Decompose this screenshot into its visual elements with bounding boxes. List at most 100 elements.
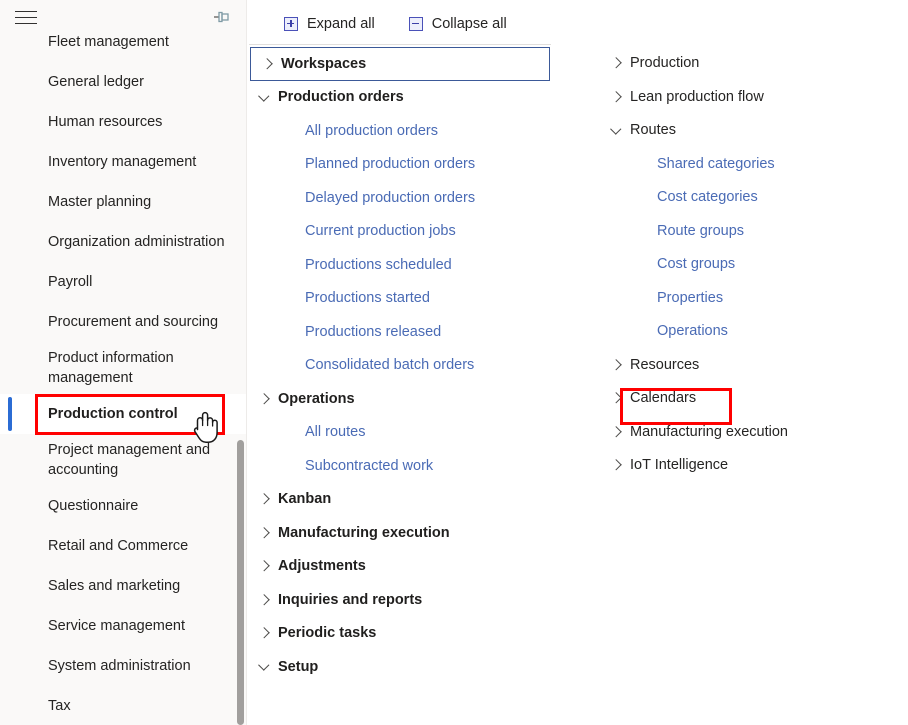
tree-link-planned-production-orders[interactable]: Planned production orders <box>248 148 598 182</box>
chevron-down-icon[interactable] <box>610 125 622 137</box>
sidebar-item-human-resources[interactable]: Human resources <box>0 102 246 142</box>
chevron-right-icon[interactable] <box>258 393 270 405</box>
chevron-right-icon[interactable] <box>610 393 622 405</box>
sidebar-item-master-planning[interactable]: Master planning <box>0 182 246 222</box>
tree-link-operations[interactable]: Operations <box>600 315 908 349</box>
sidebar-item-retail-and-commerce[interactable]: Retail and Commerce <box>0 526 246 566</box>
sidebar-scrollbar[interactable] <box>236 0 245 725</box>
tree-group-periodic-tasks[interactable]: Periodic tasks <box>248 617 598 651</box>
hamburger-menu-icon[interactable] <box>13 9 39 27</box>
tree-group-lean-production-flow[interactable]: Lean production flow <box>600 81 908 115</box>
tree-link-label: Delayed production orders <box>305 189 476 206</box>
chevron-right-icon[interactable] <box>610 58 622 70</box>
sidebar-item-label: Organization administration <box>48 234 225 250</box>
tree-link-productions-released[interactable]: Productions released <box>248 316 598 350</box>
chevron-right-icon[interactable] <box>610 426 622 438</box>
sidebar-item-production-control[interactable]: Production control <box>0 394 246 434</box>
sidebar-item-system-administration[interactable]: System administration <box>0 646 246 686</box>
tree-group-operations[interactable]: Operations <box>248 383 598 417</box>
tree-group-calendars[interactable]: Calendars <box>600 382 908 416</box>
sidebar-item-label: Fleet management <box>48 34 169 50</box>
sidebar-item-label: Master planning <box>48 194 152 210</box>
sidebar-item-service-management[interactable]: Service management <box>0 606 246 646</box>
tree-link-cost-categories[interactable]: Cost categories <box>600 181 908 215</box>
tree-link-productions-started[interactable]: Productions started <box>248 282 598 316</box>
chevron-right-icon[interactable] <box>258 594 270 606</box>
tree-link-delayed-production-orders[interactable]: Delayed production orders <box>248 182 598 216</box>
chevron-right-icon[interactable] <box>261 58 273 70</box>
sidebar-item-inventory-management[interactable]: Inventory management <box>0 142 246 182</box>
tree-group-inquiries-and-reports[interactable]: Inquiries and reports <box>248 584 598 618</box>
tree-link-properties[interactable]: Properties <box>600 282 908 316</box>
tree-link-current-production-jobs[interactable]: Current production jobs <box>248 215 598 249</box>
sidebar-item-label: Project management and accounting <box>48 442 211 478</box>
tree-group-label: Operations <box>278 390 355 407</box>
tree-link-label: Consolidated batch orders <box>305 357 475 374</box>
tree-group-manufacturing-execution[interactable]: Manufacturing execution <box>600 416 908 450</box>
tree-link-label: Cost groups <box>657 256 736 273</box>
chevron-right-icon[interactable] <box>258 628 270 640</box>
tree-group-production-orders[interactable]: Production orders <box>248 81 598 115</box>
sidebar-item-label: Product information management <box>48 350 174 386</box>
sidebar-item-procurement-and-sourcing[interactable]: Procurement and sourcing <box>0 302 246 342</box>
tree-link-productions-scheduled[interactable]: Productions scheduled <box>248 249 598 283</box>
sidebar-item-project-management-and-accounting[interactable]: Project management and accounting <box>0 434 246 486</box>
sidebar-item-label: General ledger <box>48 74 144 90</box>
tree-link-cost-groups[interactable]: Cost groups <box>600 248 908 282</box>
chevron-right-icon[interactable] <box>610 359 622 371</box>
tree-group-label: Calendars <box>630 390 697 407</box>
sidebar-item-organization-administration[interactable]: Organization administration <box>0 222 246 262</box>
tree-link-subcontracted-work[interactable]: Subcontracted work <box>248 450 598 484</box>
tree-link-shared-categories[interactable]: Shared categories <box>600 148 908 182</box>
chevron-right-icon[interactable] <box>610 460 622 472</box>
tree-link-label: Current production jobs <box>305 223 456 240</box>
sidebar-item-label: Tax <box>48 698 71 714</box>
tree-group-production[interactable]: Production <box>600 47 908 81</box>
sidebar-item-label: Production control <box>48 406 178 422</box>
tree-link-all-routes[interactable]: All routes <box>248 416 598 450</box>
tree-link-label: Properties <box>657 289 724 306</box>
sidebar-scroll-area[interactable]: Fleet management General ledger Human reso… <box>0 0 246 725</box>
tree-link-all-production-orders[interactable]: All production orders <box>248 115 598 149</box>
chevron-down-icon[interactable] <box>258 92 270 104</box>
pin-icon-svg <box>214 11 229 23</box>
tree-group-adjustments[interactable]: Adjustments <box>248 550 598 584</box>
tree-group-manufacturing-execution[interactable]: Manufacturing execution <box>248 517 598 551</box>
tree-group-kanban[interactable]: Kanban <box>248 483 598 517</box>
tree-link-consolidated-batch-orders[interactable]: Consolidated batch orders <box>248 349 598 383</box>
tree-group-setup[interactable]: Setup <box>248 651 598 685</box>
tree-group-label: Inquiries and reports <box>278 591 423 608</box>
chevron-right-icon[interactable] <box>610 91 622 103</box>
tree-group-label: Adjustments <box>278 558 366 575</box>
expand-all-button[interactable]: Expand all <box>278 12 381 36</box>
sidebar-top-bar <box>0 0 246 34</box>
sidebar-item-label: Retail and Commerce <box>48 538 189 554</box>
tree-group-workspaces[interactable]: Workspaces <box>249 44 551 81</box>
sidebar-item-list: Fleet management General ledger Human reso… <box>0 22 246 725</box>
sidebar-scrollbar-thumb[interactable] <box>237 440 244 725</box>
chevron-right-icon[interactable] <box>258 561 270 573</box>
tree-link-label: Productions scheduled <box>305 256 452 273</box>
chevron-down-icon[interactable] <box>258 661 270 673</box>
tree-group-iot-intelligence[interactable]: IoT Intelligence <box>600 449 908 483</box>
sidebar-item-sales-and-marketing[interactable]: Sales and marketing <box>0 566 246 606</box>
tree-group-label: Routes <box>630 122 676 139</box>
tree-group-label: Production orders <box>278 89 404 106</box>
tree-group-routes[interactable]: Routes <box>600 114 908 148</box>
chevron-right-icon[interactable] <box>258 494 270 506</box>
screen: Fleet management General ledger Human reso… <box>0 0 908 725</box>
tree-link-route-groups[interactable]: Route groups <box>600 215 908 249</box>
tree-link-label: Operations <box>657 323 728 340</box>
pin-icon[interactable] <box>211 6 233 28</box>
chevron-right-icon[interactable] <box>258 527 270 539</box>
collapse-all-button[interactable]: Collapse all <box>403 12 513 36</box>
sidebar-item-questionnaire[interactable]: Questionnaire <box>0 486 246 526</box>
tree-link-label: Subcontracted work <box>305 457 434 474</box>
sidebar-item-payroll[interactable]: Payroll <box>0 262 246 302</box>
sidebar-item-general-ledger[interactable]: General ledger <box>0 62 246 102</box>
sidebar-item-label: Procurement and sourcing <box>48 314 219 330</box>
tree-group-resources[interactable]: Resources <box>600 349 908 383</box>
expand-all-label: Expand all <box>307 15 375 32</box>
sidebar-item-tax[interactable]: Tax <box>0 686 246 725</box>
sidebar-item-product-information-management[interactable]: Product information management <box>0 342 246 394</box>
